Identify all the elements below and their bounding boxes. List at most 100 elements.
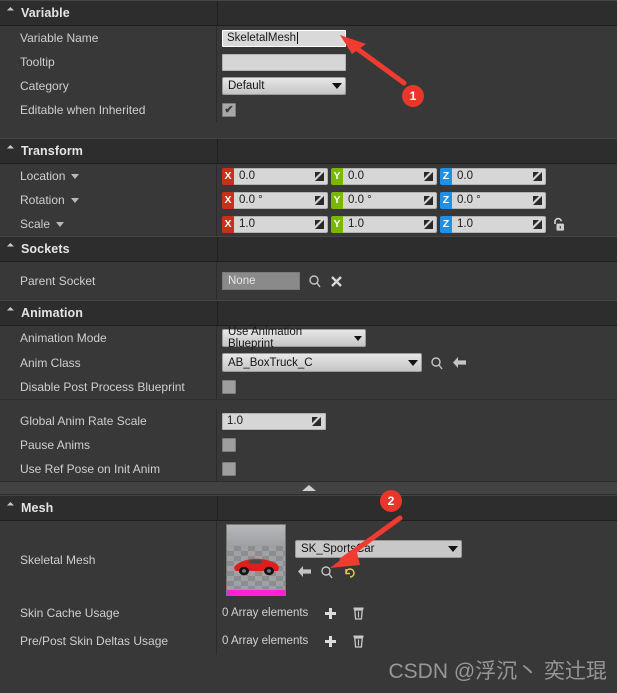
- row-label: Scale: [0, 212, 217, 236]
- row-label: Skin Cache Usage: [0, 599, 217, 627]
- row-label: Editable when Inherited: [0, 98, 217, 122]
- skeletal-mesh-value: SK_SportsCar: [301, 542, 375, 555]
- row-parent-socket: Parent Socket None: [0, 262, 617, 300]
- search-icon[interactable]: [306, 272, 324, 290]
- clear-icon[interactable]: [327, 272, 345, 290]
- sports-car-preview-icon: [234, 558, 279, 575]
- animation-mode-dropdown[interactable]: Use Animation Blueprint: [222, 326, 366, 350]
- location-y[interactable]: Y 0.0: [331, 167, 437, 185]
- browse-search-icon[interactable]: [428, 354, 446, 372]
- column-separator: [217, 301, 218, 325]
- location-y-value: 0.0: [348, 170, 364, 182]
- row-location: Location X 0.0 Y 0.0 Z 0.0: [0, 164, 617, 188]
- chevron-down-icon[interactable]: [56, 221, 65, 227]
- scale-x-value: 1.0: [239, 218, 255, 230]
- use-selected-arrow-icon[interactable]: [450, 354, 468, 372]
- thumbnail-accent-bar: [227, 590, 285, 595]
- anim-class-value: AB_BoxTruck_C: [228, 356, 313, 369]
- scale-vector-input: X 1.0 Y 1.0 Z 1.0: [222, 215, 565, 233]
- skeletal-mesh-dropdown[interactable]: SK_SportsCar: [295, 539, 462, 558]
- row-anim-class: Anim Class AB_BoxTruck_C: [0, 350, 617, 375]
- tooltip-input[interactable]: [222, 53, 346, 71]
- section-header-variable[interactable]: Variable: [0, 0, 617, 26]
- location-x[interactable]: X 0.0: [222, 167, 328, 185]
- chevron-down-icon[interactable]: [70, 197, 79, 203]
- row-pre-post-skin-deltas-usage: Pre/Post Skin Deltas Usage 0 Array eleme…: [0, 627, 617, 655]
- location-z-value: 0.0: [457, 170, 473, 182]
- scale-y-value: 1.0: [348, 218, 364, 230]
- annotation-badge-two: 2: [380, 490, 402, 512]
- add-element-icon[interactable]: [321, 604, 339, 622]
- reset-to-default-icon[interactable]: [341, 563, 359, 581]
- use-ref-pose-on-init-anim-checkbox[interactable]: [222, 462, 236, 476]
- parent-socket-field[interactable]: None: [222, 272, 300, 290]
- skin-cache-usage-count: 0 Array elements: [222, 607, 309, 619]
- skeletal-mesh-thumbnail[interactable]: [226, 524, 286, 596]
- add-element-icon[interactable]: [321, 632, 339, 650]
- column-separator: [217, 496, 218, 520]
- chevron-down-icon: [332, 83, 342, 89]
- row-label-text: Rotation: [20, 193, 65, 207]
- lock-ratio-icon[interactable]: [552, 217, 565, 232]
- delete-elements-icon[interactable]: [349, 604, 367, 622]
- row-tooltip: Tooltip: [0, 50, 617, 74]
- chevron-down-icon[interactable]: [71, 173, 80, 179]
- variable-name-value: SkeletalMesh: [227, 32, 297, 44]
- axis-label-z: Z: [440, 167, 452, 185]
- pause-anims-checkbox[interactable]: [222, 438, 236, 452]
- thumbnail-sky: [227, 525, 285, 546]
- anim-class-dropdown[interactable]: AB_BoxTruck_C: [222, 353, 422, 372]
- rotation-z[interactable]: Z 0.0 °: [440, 191, 546, 209]
- variable-section-padding: [0, 122, 617, 138]
- category-dropdown[interactable]: Default: [222, 77, 346, 95]
- drag-handle-icon[interactable]: [533, 171, 542, 181]
- column-separator: [217, 237, 218, 261]
- chevron-down-icon: [6, 242, 18, 254]
- drag-handle-icon[interactable]: [533, 219, 542, 229]
- section-header-sockets[interactable]: Sockets: [0, 236, 617, 262]
- global-anim-rate-scale-input[interactable]: 1.0: [222, 412, 326, 430]
- rotation-y-value: 0.0 °: [348, 194, 372, 206]
- delete-elements-icon[interactable]: [349, 632, 367, 650]
- editable-when-inherited-checkbox[interactable]: ✔: [222, 103, 236, 117]
- section-title: Animation: [21, 306, 84, 320]
- axis-label-x: X: [222, 167, 234, 185]
- scale-z[interactable]: Z 1.0: [440, 215, 546, 233]
- section-title: Mesh: [21, 501, 54, 515]
- drag-handle-icon[interactable]: [533, 195, 542, 205]
- use-selected-arrow-icon[interactable]: [295, 563, 313, 581]
- row-category: Category Default: [0, 74, 617, 98]
- drag-handle-icon[interactable]: [424, 171, 433, 181]
- scale-y[interactable]: Y 1.0: [331, 215, 437, 233]
- axis-label-x: X: [222, 191, 234, 209]
- scale-x[interactable]: X 1.0: [222, 215, 328, 233]
- drag-handle-icon[interactable]: [424, 219, 433, 229]
- row-label: Rotation: [0, 188, 217, 212]
- location-vector-input: X 0.0 Y 0.0 Z 0.0: [222, 167, 546, 185]
- row-scale: Scale X 1.0 Y 1.0 Z 1.0: [0, 212, 617, 236]
- rotation-x[interactable]: X 0.0 °: [222, 191, 328, 209]
- section-header-animation[interactable]: Animation: [0, 300, 617, 326]
- row-use-ref-pose-on-init-anim: Use Ref Pose on Init Anim: [0, 457, 617, 481]
- drag-handle-icon[interactable]: [315, 195, 324, 205]
- section-header-mesh[interactable]: Mesh: [0, 495, 617, 521]
- chevron-down-icon: [6, 501, 18, 513]
- row-skeletal-mesh: Skeletal Mesh SK_SportsCar: [0, 521, 617, 599]
- location-z[interactable]: Z 0.0: [440, 167, 546, 185]
- drag-handle-icon[interactable]: [315, 219, 324, 229]
- row-label: Skeletal Mesh: [0, 521, 217, 599]
- section-header-transform[interactable]: Transform: [0, 138, 617, 164]
- drag-handle-icon[interactable]: [315, 171, 324, 181]
- drag-handle-icon[interactable]: [424, 195, 433, 205]
- row-label-text: Scale: [20, 217, 51, 231]
- axis-label-x: X: [222, 215, 234, 233]
- disable-post-process-blueprint-checkbox[interactable]: [222, 380, 236, 394]
- rotation-y[interactable]: Y 0.0 °: [331, 191, 437, 209]
- variable-name-input[interactable]: SkeletalMesh: [222, 29, 346, 47]
- collapse-section-button[interactable]: [0, 481, 617, 495]
- axis-label-y: Y: [331, 215, 343, 233]
- browse-search-icon[interactable]: [318, 563, 336, 581]
- drag-handle-icon[interactable]: [312, 416, 321, 426]
- rotation-z-value: 0.0 °: [457, 194, 481, 206]
- location-x-value: 0.0: [239, 170, 255, 182]
